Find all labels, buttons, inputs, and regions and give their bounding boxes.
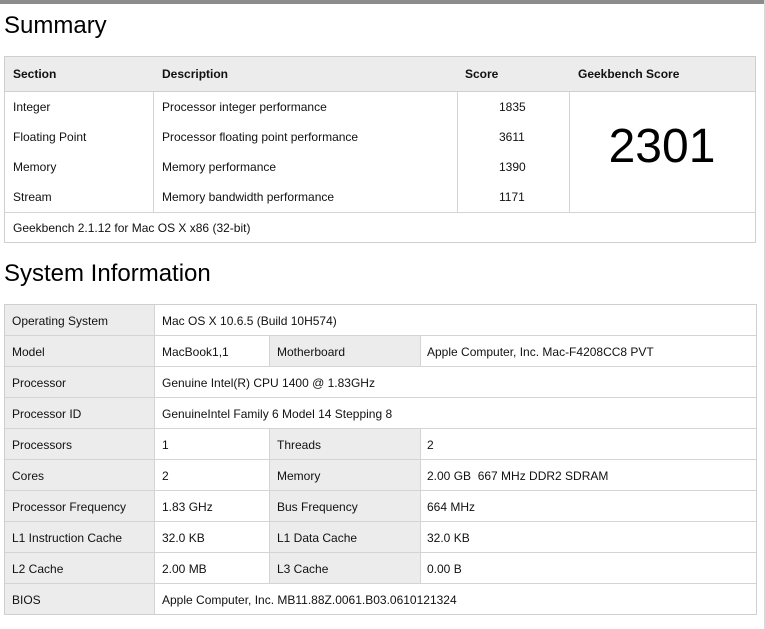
row-section: Memory xyxy=(13,160,57,174)
divider xyxy=(5,212,755,213)
sysinfo-row: Cores 2 Memory 2.00 GB 667 MHz DDR2 SDRA… xyxy=(5,460,756,491)
sysinfo-row: Processor ID GenuineIntel Family 6 Model… xyxy=(5,398,756,429)
header-score: Score xyxy=(465,67,499,81)
sysinfo-row: L1 Instruction Cache 32.0 KB L1 Data Cac… xyxy=(5,522,756,553)
divider xyxy=(457,92,458,212)
sysinfo-row: Processors 1 Threads 2 xyxy=(5,429,756,460)
sysinfo-row: Model MacBook1,1 Motherboard Apple Compu… xyxy=(5,336,756,367)
summary-heading: Summary xyxy=(4,12,107,39)
divider xyxy=(153,92,154,212)
sysinfo-value: 32.0 KB xyxy=(162,531,205,545)
sysinfo-label: Model xyxy=(12,345,45,359)
sysinfo-label-secondary: Memory xyxy=(277,469,321,483)
sysinfo-row: BIOS Apple Computer, Inc. MB11.88Z.0061.… xyxy=(5,584,756,615)
sysinfo-label: Operating System xyxy=(12,314,109,328)
row-section: Stream xyxy=(13,190,52,204)
geekbench-overall-score: 2301 xyxy=(608,120,716,173)
row-section: Floating Point xyxy=(13,130,87,144)
sysinfo-label-secondary: L3 Cache xyxy=(277,562,329,576)
sysinfo-value-secondary: 32.0 KB xyxy=(427,531,470,545)
row-description: Memory bandwidth performance xyxy=(162,190,335,204)
sysinfo-row: Processor Genuine Intel(R) CPU 1400 @ 1.… xyxy=(5,367,756,398)
sysinfo-value: MacBook1,1 xyxy=(162,345,229,359)
row-score: 1835 xyxy=(499,100,526,114)
sysinfo-value-secondary: 2.00 GB 667 MHz DDR2 SDRAM xyxy=(427,469,609,483)
sysinfo-value: 1 xyxy=(162,438,169,452)
sysinfo-label-secondary: Threads xyxy=(277,438,322,452)
sysinfo-value: Genuine Intel(R) CPU 1400 @ 1.83GHz xyxy=(162,376,375,390)
sysinfo-label: Processor Frequency xyxy=(12,500,127,514)
header-description: Description xyxy=(162,67,229,81)
sysinfo-value: Mac OS X 10.6.5 (Build 10H574) xyxy=(162,314,337,328)
row-description: Processor integer performance xyxy=(162,100,327,114)
sysinfo-label: BIOS xyxy=(12,593,41,607)
sysinfo-label-secondary: Bus Frequency xyxy=(277,500,358,514)
row-score: 1390 xyxy=(499,160,526,174)
sysinfo-label: L1 Instruction Cache xyxy=(12,531,123,545)
summary-table: Section Description Score Geekbench Scor… xyxy=(4,56,756,243)
sysinfo-label: Cores xyxy=(12,469,45,483)
sysinfo-value: 2.00 MB xyxy=(162,562,207,576)
sysinfo-label-secondary: Motherboard xyxy=(277,345,346,359)
summary-table-header: Section Description Score Geekbench Scor… xyxy=(5,57,755,92)
sysinfo-label: L2 Cache xyxy=(12,562,64,576)
row-description: Memory performance xyxy=(162,160,277,174)
system-information-heading: System Information xyxy=(4,260,211,287)
sysinfo-label: Processors xyxy=(12,438,73,452)
sysinfo-row: Operating System Mac OS X 10.6.5 (Build … xyxy=(5,305,756,336)
sysinfo-value: GenuineIntel Family 6 Model 14 Stepping … xyxy=(162,407,393,421)
sysinfo-label: Processor ID xyxy=(12,407,82,421)
summary-footer: Geekbench 2.1.12 for Mac OS X x86 (32-bi… xyxy=(13,221,251,235)
sysinfo-label: Processor xyxy=(12,376,67,390)
header-geekbench-score: Geekbench Score xyxy=(578,67,680,81)
top-border xyxy=(0,0,766,4)
system-information-table: Operating System Mac OS X 10.6.5 (Build … xyxy=(4,304,757,615)
sysinfo-row: Processor Frequency 1.83 GHz Bus Frequen… xyxy=(5,491,756,522)
sysinfo-value-secondary: 2 xyxy=(427,438,434,452)
header-section: Section xyxy=(13,67,57,81)
sysinfo-label-secondary: L1 Data Cache xyxy=(277,531,358,545)
sysinfo-row: L2 Cache 2.00 MB L3 Cache 0.00 B xyxy=(5,553,756,584)
row-score: 3611 xyxy=(499,130,525,144)
sysinfo-value: 2 xyxy=(162,469,169,483)
sysinfo-value: 1.83 GHz xyxy=(162,500,213,514)
row-description: Processor floating point performance xyxy=(162,130,359,144)
row-section: Integer xyxy=(13,100,51,114)
sysinfo-value-secondary: Apple Computer, Inc. Mac-F4208CC8 PVT xyxy=(427,345,654,359)
row-score: 1171 xyxy=(499,190,525,204)
sysinfo-value-secondary: 0.00 B xyxy=(427,562,462,576)
sysinfo-value: Apple Computer, Inc. MB11.88Z.0061.B03.0… xyxy=(162,593,457,607)
sysinfo-value-secondary: 664 MHz xyxy=(427,500,476,514)
